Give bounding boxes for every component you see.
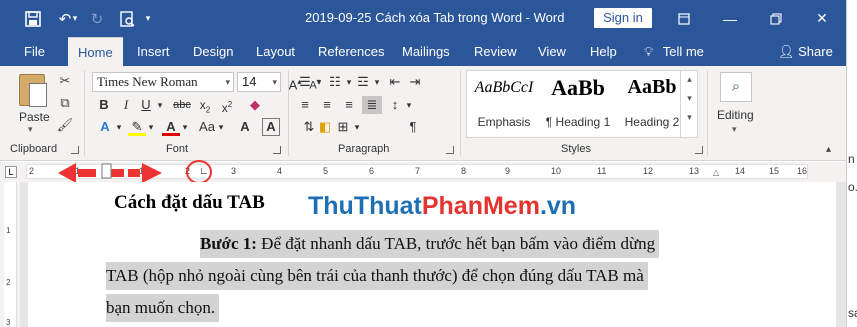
step-label: Bước 1: xyxy=(200,234,257,253)
word-window: ↶ ▾ ↻ ▾ 2019-09-25 Cách xóa Tab trong Wo… xyxy=(0,0,857,327)
left-indent-marker xyxy=(101,163,112,179)
document-canvas: Cách đặt dấu TAB ThuThuatPhanMem.vn Bước… xyxy=(20,182,846,327)
watermark-part: .vn xyxy=(539,192,577,220)
paragraph-line: TAB (hộp nhỏ ngoài cùng bên trái của tha… xyxy=(106,262,648,290)
ruler-number: 3 xyxy=(6,318,11,327)
document-page[interactable]: Cách đặt dấu TAB ThuThuatPhanMem.vn Bước… xyxy=(28,182,836,327)
watermark-part: PhanMem xyxy=(421,192,540,220)
annotation-arrow-left xyxy=(58,163,76,183)
paragraph-line: bạn muốn chọn. xyxy=(106,294,220,322)
vertical-ruler-track: 1 2 3 xyxy=(4,182,17,327)
document-heading: Cách đặt dấu TAB xyxy=(114,192,265,213)
background-window-edge: n o. sa xyxy=(846,0,857,327)
line-text: Để đặt nhanh dấu TAB, trước hết bạn bấm … xyxy=(256,234,656,253)
ruler-number: 2 xyxy=(6,278,11,287)
vertical-ruler[interactable]: 1 2 3 xyxy=(0,182,20,327)
background-text: o. xyxy=(848,180,857,194)
annotation-dash xyxy=(78,169,96,177)
annotation-circle xyxy=(186,160,212,184)
annotation-dash xyxy=(128,169,140,177)
watermark-logo: ThuThuatPhanMem.vn xyxy=(308,192,576,221)
ruler-number: 1 xyxy=(6,226,11,235)
annotation-arrow-right xyxy=(142,163,162,183)
background-text: n xyxy=(848,152,855,166)
background-text: sa xyxy=(848,306,857,320)
watermark-part: ThuThuat xyxy=(308,192,422,220)
paragraph-line: Bước 1: Để đặt nhanh dấu TAB, trước hết … xyxy=(200,230,660,258)
